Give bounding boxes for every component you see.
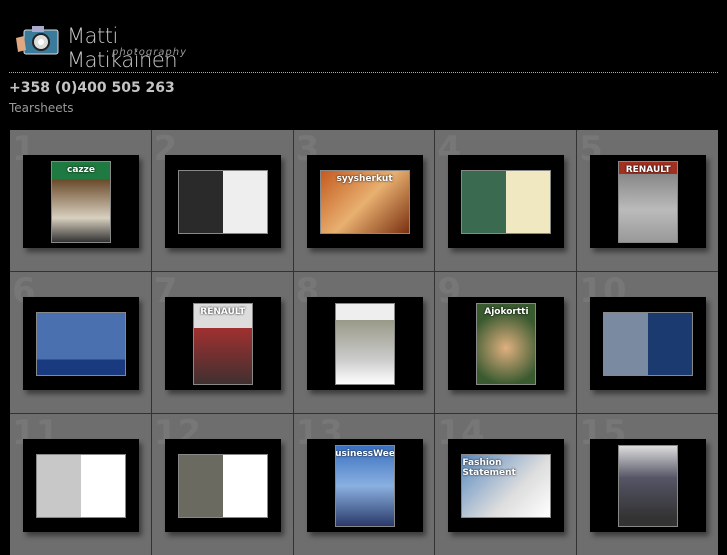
tearsheet-thumbnail[interactable] bbox=[177, 169, 268, 234]
thumbnail-title: Ajokortti bbox=[484, 306, 529, 317]
tearsheet-thumbnail[interactable]: Fashion Statement bbox=[461, 453, 552, 518]
thumbnail-frame[interactable]: RENAULT bbox=[164, 297, 281, 390]
tearsheet-grid: 1 cazze 2 3 syysherkut 4 5 RENAULT 6 7 R… bbox=[10, 130, 718, 555]
thumbnail-frame[interactable] bbox=[23, 439, 139, 532]
thumbnail-title: RENAULT bbox=[625, 164, 671, 175]
section-title: Tearsheets bbox=[9, 101, 74, 115]
tearsheet-thumbnail[interactable] bbox=[618, 444, 679, 527]
tearsheet-thumbnail[interactable] bbox=[334, 302, 395, 385]
thumbnail-frame[interactable] bbox=[590, 297, 707, 390]
thumbnail-frame[interactable] bbox=[164, 439, 281, 532]
camera-icon bbox=[16, 26, 59, 55]
tearsheet-thumbnail[interactable] bbox=[177, 453, 268, 518]
tearsheet-thumbnail[interactable]: RENAULT bbox=[618, 160, 679, 243]
phone-number: +358 (0)400 505 263 bbox=[9, 80, 175, 96]
tearsheet-item[interactable]: 6 bbox=[10, 272, 151, 413]
tearsheet-item[interactable]: 12 bbox=[151, 414, 293, 555]
divider bbox=[9, 72, 718, 73]
thumbnail-frame[interactable]: BusinessWeek bbox=[306, 439, 423, 532]
thumbnail-title: RENAULT bbox=[200, 306, 246, 317]
brand-tagline: photography bbox=[112, 47, 188, 58]
thumbnail-frame[interactable] bbox=[590, 439, 707, 532]
thumbnail-frame[interactable]: Ajokortti bbox=[448, 297, 565, 390]
thumbnail-frame[interactable] bbox=[306, 297, 423, 390]
thumbnail-frame[interactable] bbox=[448, 155, 565, 248]
tearsheet-item[interactable]: 14 Fashion Statement bbox=[435, 414, 577, 555]
tearsheet-thumbnail[interactable] bbox=[36, 311, 126, 376]
thumbnail-frame[interactable]: RENAULT bbox=[590, 155, 707, 248]
tearsheet-item[interactable]: 15 bbox=[577, 414, 718, 555]
logo[interactable]: Matti Matikainen photography bbox=[12, 20, 222, 72]
tearsheet-thumbnail[interactable]: Ajokortti bbox=[476, 302, 537, 385]
tearsheet-item[interactable]: 11 bbox=[10, 414, 151, 555]
tearsheet-thumbnail[interactable] bbox=[603, 311, 694, 376]
tearsheet-item[interactable]: 1 cazze bbox=[10, 130, 151, 271]
tearsheet-thumbnail[interactable]: BusinessWeek bbox=[334, 444, 395, 527]
tearsheet-item[interactable]: 5 RENAULT bbox=[577, 130, 718, 271]
tearsheet-thumbnail[interactable] bbox=[461, 169, 552, 234]
tearsheet-thumbnail[interactable]: syysherkut bbox=[319, 169, 410, 234]
tearsheet-item[interactable]: 4 bbox=[435, 130, 577, 271]
thumbnail-title: syysherkut bbox=[336, 173, 393, 184]
tearsheet-item[interactable]: 9 Ajokortti bbox=[435, 272, 577, 413]
thumbnail-frame[interactable] bbox=[164, 155, 281, 248]
thumbnail-frame[interactable] bbox=[23, 297, 139, 390]
thumbnail-frame[interactable]: Fashion Statement bbox=[448, 439, 565, 532]
thumbnail-frame[interactable]: cazze bbox=[23, 155, 139, 248]
tearsheet-item[interactable]: 8 bbox=[293, 272, 435, 413]
tearsheet-item[interactable]: 2 bbox=[151, 130, 293, 271]
tearsheet-thumbnail[interactable]: RENAULT bbox=[192, 302, 253, 385]
tearsheet-item[interactable]: 13 BusinessWeek bbox=[293, 414, 435, 555]
tearsheet-item[interactable]: 7 RENAULT bbox=[151, 272, 293, 413]
thumbnail-frame[interactable]: syysherkut bbox=[306, 155, 423, 248]
tearsheet-thumbnail[interactable] bbox=[36, 453, 126, 518]
thumbnail-title: BusinessWeek bbox=[335, 448, 395, 459]
tearsheet-item[interactable]: 10 bbox=[577, 272, 718, 413]
tearsheet-thumbnail[interactable]: cazze bbox=[51, 160, 111, 243]
tearsheet-item[interactable]: 3 syysherkut bbox=[293, 130, 435, 271]
thumbnail-title: Fashion Statement bbox=[462, 457, 516, 478]
thumbnail-title: cazze bbox=[67, 164, 95, 175]
